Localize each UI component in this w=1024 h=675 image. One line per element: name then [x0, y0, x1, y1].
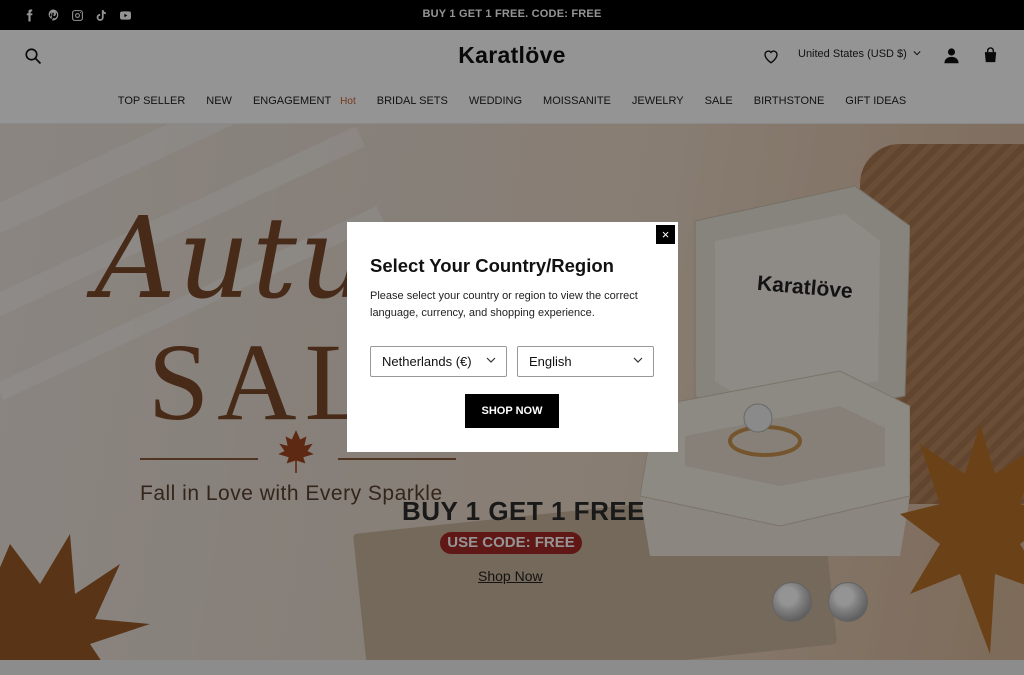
modal-title: Select Your Country/Region	[370, 255, 614, 276]
close-icon[interactable]: ×	[656, 225, 675, 244]
shop-now-button[interactable]: SHOP NOW	[465, 394, 559, 428]
modal-description: Please select your country or region to …	[370, 290, 638, 319]
chevron-down-icon	[633, 357, 643, 363]
language-select[interactable]: English	[517, 346, 654, 377]
country-select[interactable]: Netherlands (€)	[370, 346, 507, 377]
chevron-down-icon	[486, 357, 496, 363]
country-region-modal: × Select Your Country/Region Please sele…	[347, 222, 678, 452]
country-value: Netherlands (€)	[382, 354, 472, 369]
language-value: English	[529, 354, 572, 369]
